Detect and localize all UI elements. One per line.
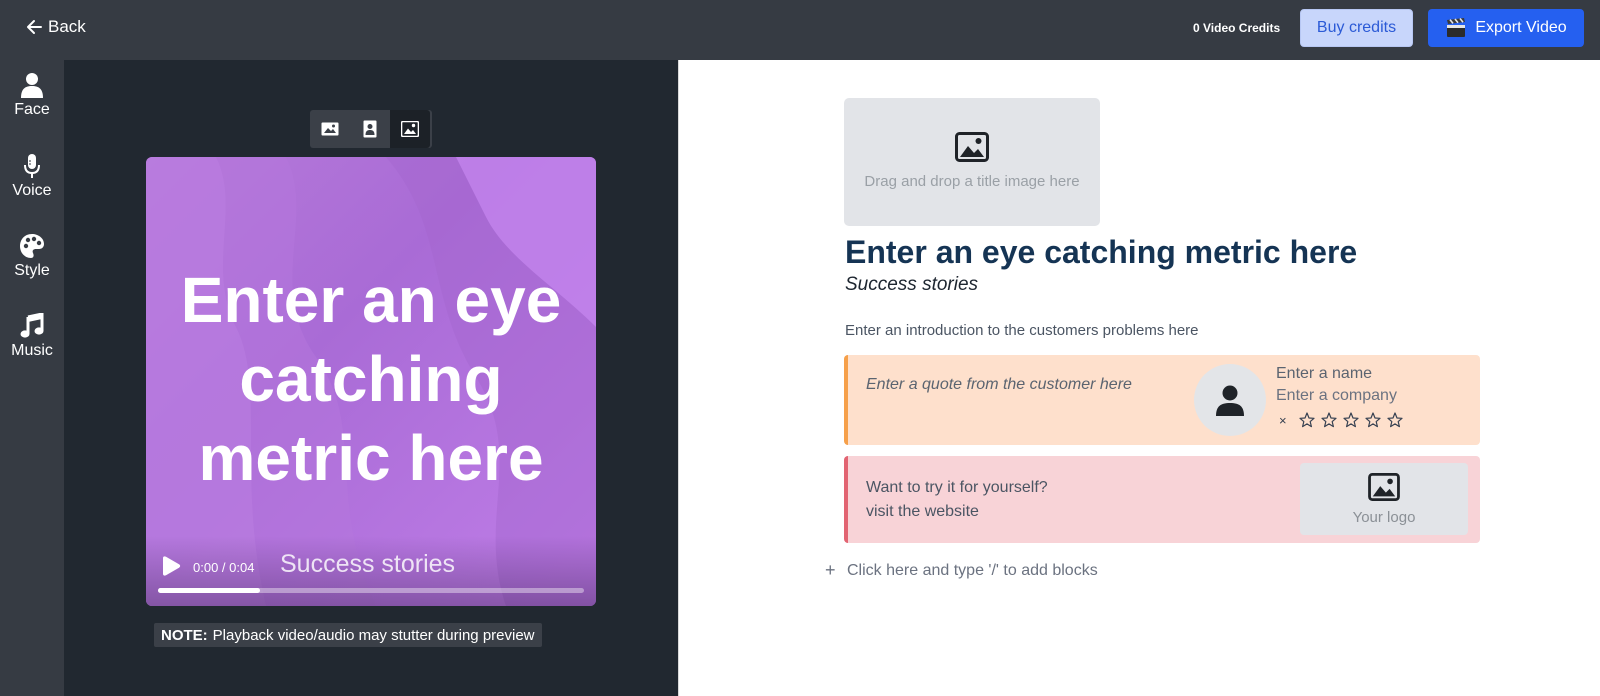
customer-quote-block: Enter a quote from the customer here Ent… (844, 355, 1480, 445)
image-icon (1368, 472, 1400, 501)
star-icon[interactable] (1342, 412, 1359, 428)
video-controls: 0:00 / 0:04 Success stories (146, 536, 596, 606)
title-image-hint: Drag and drop a title image here (864, 173, 1080, 190)
rail-item-label: Face (14, 101, 50, 118)
playback-progress-bar[interactable] (158, 588, 584, 593)
export-video-label: Export Video (1475, 19, 1567, 36)
quote-text[interactable]: Enter a quote from the customer here (866, 376, 1132, 394)
subtitle-text[interactable]: Success stories (845, 274, 978, 296)
clear-rating-button[interactable]: × (1279, 413, 1287, 428)
playback-progress-fill (158, 588, 261, 593)
customer-avatar[interactable] (1194, 364, 1266, 436)
rail-item-style[interactable]: Style (0, 233, 64, 280)
aspect-ratio-toggle (310, 110, 432, 148)
palette-icon (20, 234, 44, 258)
video-preview[interactable]: Enter an eye catching metric here 0:00 /… (146, 157, 596, 606)
add-block-prompt[interactable]: + Click here and type '/' to add blocks (825, 560, 1098, 581)
landscape-mode-button[interactable] (310, 110, 350, 148)
rail-item-voice[interactable]: Voice (0, 153, 64, 200)
video-title: Enter an eye catching metric here (180, 264, 562, 494)
title-image-dropzone[interactable]: Drag and drop a title image here (844, 98, 1100, 226)
portrait-icon (363, 120, 377, 138)
landscape-icon (321, 122, 339, 136)
buy-credits-button[interactable]: Buy credits (1300, 9, 1413, 47)
note-text: Playback video/audio may stutter during … (212, 626, 535, 644)
back-label: Back (48, 17, 86, 36)
clapperboard-icon (1447, 18, 1466, 37)
music-note-icon (20, 313, 44, 338)
star-rating: × (1279, 412, 1403, 428)
back-button[interactable]: Back (26, 17, 86, 37)
user-icon (21, 73, 43, 98)
microphone-icon (24, 154, 40, 178)
cta-line-1[interactable]: Want to try it for yourself? (866, 479, 1048, 497)
arrow-left-icon (27, 20, 42, 34)
square-image-icon (401, 121, 419, 137)
top-bar: Back 0 Video Credits Buy credits Export … (0, 0, 1600, 60)
customer-company[interactable]: Enter a company (1276, 387, 1397, 405)
play-button[interactable] (160, 556, 182, 581)
rail-item-label: Voice (12, 182, 52, 199)
square-mode-button[interactable] (390, 110, 430, 148)
preview-panel: Enter an eye catching metric here 0:00 /… (64, 60, 678, 696)
rail-item-music[interactable]: Music (0, 313, 64, 360)
call-to-action-block: Want to try it for yourself? visit the w… (844, 456, 1480, 543)
rail-item-label: Style (14, 262, 50, 279)
metric-heading[interactable]: Enter an eye catching metric here (845, 234, 1357, 271)
intro-text[interactable]: Enter an introduction to the customers p… (845, 322, 1199, 339)
customer-name[interactable]: Enter a name (1276, 365, 1372, 383)
portrait-mode-button[interactable] (350, 110, 390, 148)
video-subtitle: Success stories (280, 550, 456, 578)
document-editor: Drag and drop a title image here Enter a… (678, 60, 1600, 696)
star-icon[interactable] (1298, 412, 1315, 428)
video-credits-count: 0 Video Credits (1193, 21, 1281, 35)
user-icon (1216, 385, 1244, 416)
rail-item-face[interactable]: Face (0, 72, 64, 119)
image-icon (955, 132, 989, 162)
plus-icon[interactable]: + (825, 560, 845, 581)
star-icon[interactable] (1364, 412, 1381, 428)
side-rail: Face Voice Style Music (0, 60, 64, 696)
note-label: NOTE: (161, 626, 208, 644)
star-icon[interactable] (1320, 412, 1337, 428)
play-icon (163, 556, 181, 576)
logo-dropzone[interactable]: Your logo (1300, 463, 1468, 535)
cta-line-2[interactable]: visit the website (866, 503, 979, 521)
rail-item-label: Music (11, 342, 53, 359)
playback-note: NOTE: Playback video/audio may stutter d… (154, 623, 542, 647)
star-icon[interactable] (1386, 412, 1403, 428)
add-block-text: Click here and type '/' to add blocks (847, 561, 1098, 579)
export-video-button[interactable]: Export Video (1428, 9, 1584, 47)
playback-time: 0:00 / 0:04 (193, 560, 255, 575)
logo-label: Your logo (1352, 508, 1416, 526)
